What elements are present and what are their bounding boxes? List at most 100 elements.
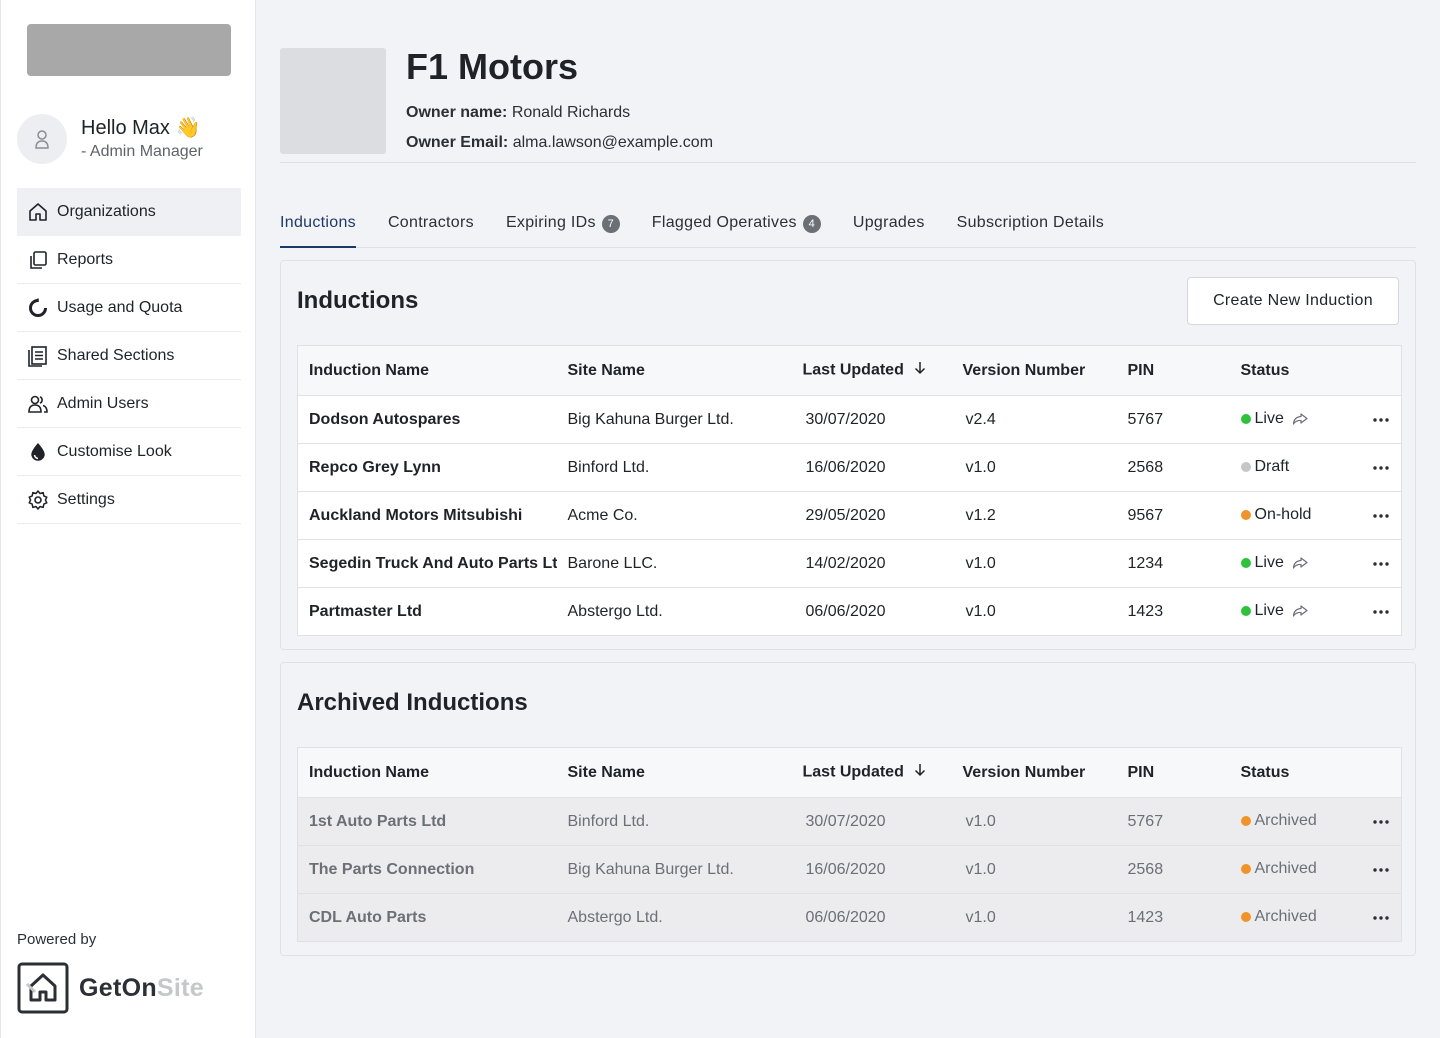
sidebar-item-customise-look[interactable]: Customise Look <box>17 428 241 476</box>
header-divider <box>280 162 1416 163</box>
column-header-site: Site Name <box>556 747 792 798</box>
status-label: Live <box>1254 554 1284 571</box>
brand-name-part1: GetOn <box>79 973 157 1002</box>
sidebar-item-settings[interactable]: Settings <box>17 476 241 524</box>
more-options-icon[interactable] <box>1361 465 1402 470</box>
donut-icon <box>27 297 49 319</box>
sidebar-item-admin-users[interactable]: Admin Users <box>17 380 241 428</box>
share-icon[interactable] <box>1292 413 1308 425</box>
site-name-cell: Binford Ltd. <box>556 443 792 492</box>
sidebar-item-label: Reports <box>57 250 114 268</box>
status-cell: Live <box>1229 539 1350 588</box>
sidebar-item-shared-sections[interactable]: Shared Sections <box>17 332 241 380</box>
table-row[interactable]: Repco Grey Lynn Binford Ltd. 16/06/2020 v1.… <box>297 443 1402 492</box>
last-updated-cell: 16/06/2020 <box>791 443 952 492</box>
column-label: Induction Name <box>309 763 430 781</box>
powered-by-label: Powered by <box>17 931 97 948</box>
users-icon <box>27 393 49 415</box>
status-dot-icon <box>1240 864 1251 874</box>
status-cell: Draft <box>1229 443 1350 492</box>
version-cell: v1.2 <box>951 491 1117 540</box>
sidebar-item-usage[interactable]: Usage and Quota <box>17 284 241 332</box>
actions-cell <box>1350 588 1402 636</box>
brand-logo: GetOnSite <box>17 962 204 1014</box>
document-icon <box>27 345 49 367</box>
status-badge: Archived <box>1240 860 1317 878</box>
user-icon <box>35 130 49 149</box>
tab-upgrades[interactable]: Upgrades <box>853 204 925 248</box>
column-label: Version Number <box>962 361 1086 379</box>
more-options-icon[interactable] <box>1361 513 1402 518</box>
tab-contractors[interactable]: Contractors <box>388 204 474 248</box>
column-header-name: Induction Name <box>297 747 557 798</box>
sort-down-icon[interactable] <box>914 361 926 380</box>
sidebar-item-organizations[interactable]: Organizations <box>17 188 241 236</box>
more-options-icon[interactable] <box>1361 819 1402 824</box>
column-label: Status <box>1240 361 1290 379</box>
share-icon[interactable] <box>1292 557 1308 569</box>
table-body: Dodson Autospares Big Kahuna Burger Ltd. 3… <box>297 395 1402 636</box>
section-title: Archived Inductions <box>297 689 528 716</box>
column-header-name: Induction Name <box>297 345 557 396</box>
table-row[interactable]: Dodson Autospares Big Kahuna Burger Ltd. 3… <box>297 395 1402 444</box>
actions-cell <box>1349 539 1402 588</box>
archived-inductions-table: Induction Name Site Name Last Updated Versi… <box>297 747 1402 942</box>
tab-inductions[interactable]: Inductions <box>280 204 356 248</box>
status-dot-icon <box>1240 912 1251 922</box>
user-role: - Admin Manager <box>81 143 203 160</box>
more-options-icon[interactable] <box>1361 417 1402 422</box>
pin-cell: 2568 <box>1116 443 1230 492</box>
home-icon <box>27 201 49 223</box>
table-row[interactable]: 1st Auto Parts Ltd Binford Ltd. 30/07/2020… <box>297 797 1402 846</box>
status-label: Archived <box>1254 812 1317 829</box>
pin-cell: 1234 <box>1116 539 1230 588</box>
sidebar: Hello Max 👋 - Admin Manager Organization… <box>0 0 256 1038</box>
tab-flagged-operatives[interactable]: Flagged Operatives 4 <box>652 204 821 248</box>
create-induction-button[interactable]: Create New Induction <box>1187 277 1399 325</box>
owner-email-value: alma.lawson@example.com <box>512 134 714 151</box>
table-row[interactable]: Partmaster Ltd Abstergo Ltd. 06/06/2020 v1.… <box>298 588 1402 636</box>
status-dot-icon <box>1240 510 1251 520</box>
site-name-cell: Big Kahuna Burger Ltd. <box>556 395 792 444</box>
table-row[interactable]: CDL Auto Parts Abstergo Ltd. 06/06/2020 v1.… <box>297 893 1402 942</box>
column-header-last-updated[interactable]: Last Updated <box>791 747 952 798</box>
owner-name-label: Owner name: <box>406 104 508 121</box>
pin-cell: 2568 <box>1116 845 1230 894</box>
induction-name-cell: 1st Auto Parts Ltd <box>297 797 557 846</box>
table-row[interactable]: Auckland Motors Mitsubishi Acme Co. 29/05/… <box>297 491 1402 540</box>
induction-name-cell: The Parts Connection <box>297 845 557 894</box>
tab-label: Inductions <box>280 214 356 231</box>
more-options-icon[interactable] <box>1361 915 1402 920</box>
sidebar-item-reports[interactable]: Reports <box>17 236 241 284</box>
avatar[interactable] <box>17 114 67 164</box>
brand-house-icon <box>17 962 69 1014</box>
sidebar-item-label: Customise Look <box>57 442 172 460</box>
status-badge: Live <box>1240 554 1308 572</box>
more-options-icon[interactable] <box>1361 867 1402 872</box>
status-label: Live <box>1254 410 1284 427</box>
table-row[interactable]: Segedin Truck And Auto Parts Ltd (Barone… <box>297 539 1402 588</box>
tab-subscription-details[interactable]: Subscription Details <box>957 204 1104 248</box>
tab-label: Contractors <box>387 214 474 231</box>
status-dot-icon <box>1240 558 1251 568</box>
inductions-card: Inductions Create New Induction Inductio… <box>280 260 1416 650</box>
share-icon[interactable] <box>1292 605 1308 617</box>
actions-cell <box>1349 893 1402 942</box>
table-row[interactable]: The Parts Connection Big Kahuna Burger Lt… <box>297 845 1402 894</box>
actions-cell <box>1349 797 1402 846</box>
version-cell: v1.0 <box>965 602 996 620</box>
last-updated-cell: 06/06/2020 <box>791 893 952 942</box>
status-cell: Archived <box>1229 893 1350 942</box>
more-options-icon[interactable] <box>1361 561 1402 566</box>
induction-name-cell: CDL Auto Parts <box>297 893 557 942</box>
organization-logo <box>280 48 386 154</box>
more-options-icon[interactable] <box>1361 609 1402 614</box>
pin-cell: 9567 <box>1116 491 1230 540</box>
status-badge: Archived <box>1240 812 1317 830</box>
column-header-last-updated[interactable]: Last Updated <box>791 345 952 396</box>
tab-expiring-ids[interactable]: Expiring IDs 7 <box>506 204 620 248</box>
column-header-actions <box>1349 345 1402 396</box>
last-updated-cell: 30/07/2020 <box>791 395 952 444</box>
status-cell: Live <box>1230 588 1350 636</box>
sort-down-icon[interactable] <box>914 763 926 782</box>
